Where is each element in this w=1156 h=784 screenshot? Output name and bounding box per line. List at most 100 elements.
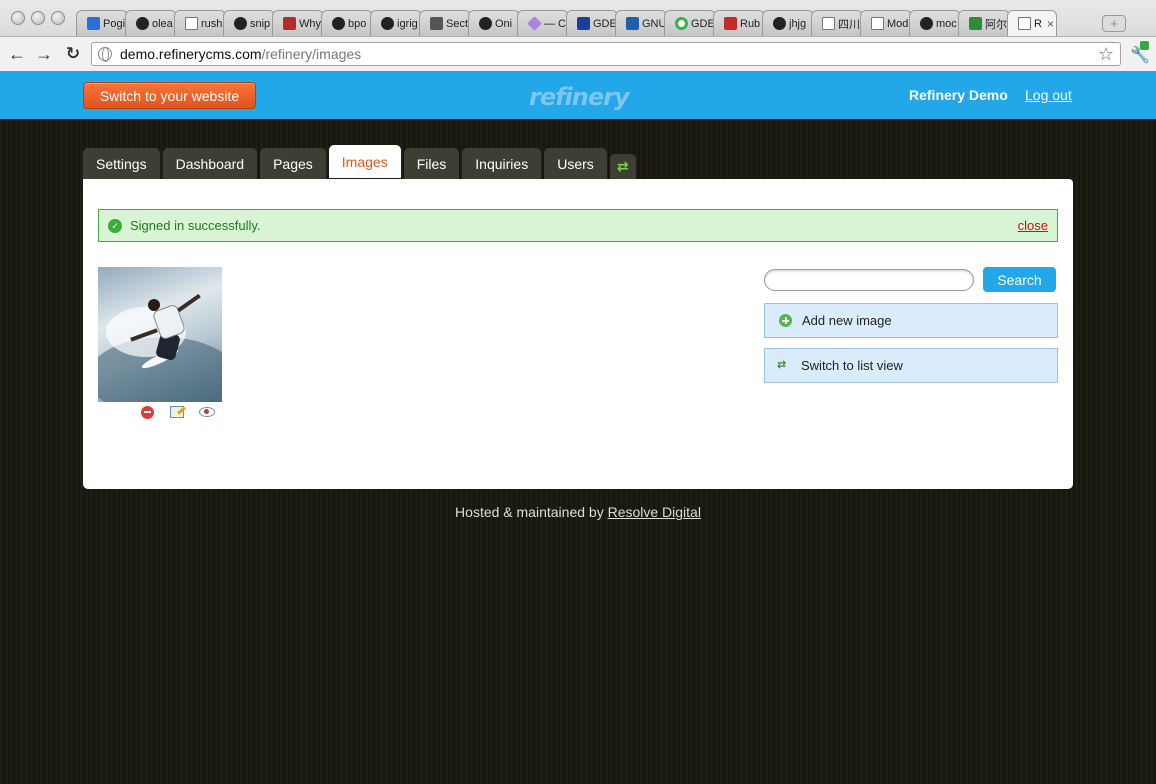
footer-text: Hosted & maintained by: [455, 504, 604, 520]
browser-tab-label: moc: [936, 17, 957, 30]
browser-tab-label: olea: [152, 17, 173, 30]
edit-image-button[interactable]: [169, 405, 185, 419]
eye-icon: [199, 407, 215, 417]
search-button[interactable]: Search: [983, 267, 1056, 292]
flash-message: ✓ Signed in successfully. close: [98, 209, 1058, 242]
browser-tab[interactable]: GDE: [664, 10, 716, 36]
refinery-logo[interactable]: refinery: [529, 83, 630, 111]
browser-tab[interactable]: Why: [272, 10, 324, 36]
surfer-arm-shape: [177, 293, 201, 313]
browser-tab[interactable]: Oni: [468, 10, 520, 36]
footer: Hosted & maintained by Resolve Digital: [0, 504, 1156, 520]
purple-diamond-icon: [527, 16, 542, 31]
check-circle-icon: ✓: [108, 218, 122, 233]
add-circle-icon: [779, 314, 792, 327]
switch-to-list-view-button[interactable]: ⇄ Switch to list view: [764, 348, 1058, 383]
reorder-menu-button[interactable]: ⇄: [609, 154, 636, 179]
browser-tab-label: Rub: [740, 17, 761, 30]
logout-link[interactable]: Log out: [1025, 87, 1072, 103]
close-tab-icon[interactable]: ×: [1047, 17, 1054, 31]
switch-to-website-button[interactable]: Switch to your website: [83, 82, 256, 109]
ibm-icon: [626, 17, 639, 30]
browser-tab[interactable]: bpo: [321, 10, 373, 36]
shuffle-icon: ⇄: [616, 158, 629, 174]
section-icon: [430, 17, 443, 30]
menu-tab-settings[interactable]: Settings: [83, 148, 160, 179]
window-controls: [11, 11, 65, 25]
view-image-button[interactable]: [199, 405, 215, 419]
github-icon: [136, 17, 149, 30]
browser-tab[interactable]: Pogi: [76, 10, 128, 36]
menu-tab-pages[interactable]: Pages: [260, 148, 326, 179]
browser-tab-strip: Pogi olea rush snip Why bpo igrig Sect Oni — C GDE…: [76, 10, 1057, 36]
browser-tab-label: 阿尔: [985, 18, 1007, 31]
back-arrow-icon[interactable]: ←: [6, 44, 28, 65]
delete-icon: [140, 405, 154, 419]
switch-view-label: Switch to list view: [801, 358, 903, 373]
browser-tab-label: Why: [299, 17, 321, 30]
github-icon: [920, 17, 933, 30]
browser-tab[interactable]: rush: [174, 10, 226, 36]
menu-tab-files[interactable]: Files: [403, 148, 460, 179]
add-new-image-button[interactable]: Add new image: [764, 303, 1058, 338]
browser-tab[interactable]: moc: [909, 10, 961, 36]
browser-window-chrome: Pogi olea rush snip Why bpo igrig Sect Oni — C GDE…: [0, 0, 1156, 71]
browser-tab-label: bpo: [348, 17, 367, 30]
zoom-window-button[interactable]: [51, 11, 65, 25]
browser-tab-label: igrig: [397, 17, 418, 30]
browser-tab-label: snip: [250, 17, 271, 30]
forward-arrow-icon[interactable]: →: [33, 44, 55, 65]
browser-tab-label: GNU: [642, 17, 667, 30]
browser-tab-label: R: [1034, 17, 1042, 30]
document-icon: [185, 17, 198, 30]
browser-tab[interactable]: — C: [517, 10, 569, 36]
browser-tab[interactable]: GDE: [566, 10, 618, 36]
image-thumbnail-surfer[interactable]: [98, 267, 222, 402]
minimize-window-button[interactable]: [31, 11, 45, 25]
browser-tab[interactable]: R ×: [1007, 10, 1057, 36]
green-square-icon: [969, 17, 982, 30]
browser-tab[interactable]: olea: [125, 10, 177, 36]
wrench-icon[interactable]: 🔧: [1130, 45, 1150, 65]
browser-tab-label: jhjg: [789, 17, 807, 30]
menu-tab-inquiries[interactable]: Inquiries: [462, 148, 542, 179]
browser-tab-label: Mod: [887, 17, 909, 30]
site-name: Refinery Demo: [909, 87, 1008, 103]
switch-view-icon: ⇄: [777, 359, 787, 371]
browser-tab-label: Pogi: [103, 17, 126, 30]
image-actions: [139, 405, 215, 419]
blue-bars-icon: [87, 17, 100, 30]
flash-close-link[interactable]: close: [1018, 218, 1048, 233]
close-window-button[interactable]: [11, 11, 25, 25]
browser-tab-label: — C: [544, 17, 566, 30]
browser-tab[interactable]: snip: [223, 10, 275, 36]
url-path: /refinery/images: [261, 46, 362, 62]
browser-tab[interactable]: igrig: [370, 10, 422, 36]
github-icon: [381, 17, 394, 30]
reload-icon[interactable]: ↻: [62, 44, 84, 64]
delete-image-button[interactable]: [139, 405, 155, 419]
browser-tab[interactable]: GNU: [615, 10, 667, 36]
browser-tab[interactable]: Mod: [860, 10, 912, 36]
search-input[interactable]: [764, 269, 974, 291]
address-bar[interactable]: demo.refinerycms.com/refinery/images ☆: [91, 42, 1121, 66]
new-tab-button[interactable]: +: [1102, 15, 1126, 32]
menu-tab-users[interactable]: Users: [544, 148, 607, 179]
browser-tab[interactable]: 阿尔: [958, 10, 1010, 36]
browser-tab[interactable]: Rub: [713, 10, 765, 36]
red-box-icon: [283, 17, 296, 30]
content-panel: ✓ Signed in successfully. close Search A…: [83, 179, 1073, 489]
menu-tab-dashboard[interactable]: Dashboard: [162, 148, 258, 179]
browser-tab[interactable]: 四川: [811, 10, 863, 36]
document-icon: [822, 17, 835, 30]
admin-menu: Settings Dashboard Pages Images Files Inquiri…: [83, 145, 639, 179]
menu-tab-images[interactable]: Images: [328, 145, 401, 178]
browser-tab[interactable]: jhjg: [762, 10, 814, 36]
add-new-image-label: Add new image: [802, 313, 892, 328]
browser-tab[interactable]: Sect: [419, 10, 471, 36]
bookmark-star-icon[interactable]: ☆: [1098, 44, 1114, 65]
browser-tab-label: Sect: [446, 17, 469, 30]
resolve-digital-link[interactable]: Resolve Digital: [608, 504, 701, 520]
flash-text: Signed in successfully.: [130, 218, 261, 233]
browser-tab-label: GDE: [593, 17, 617, 30]
